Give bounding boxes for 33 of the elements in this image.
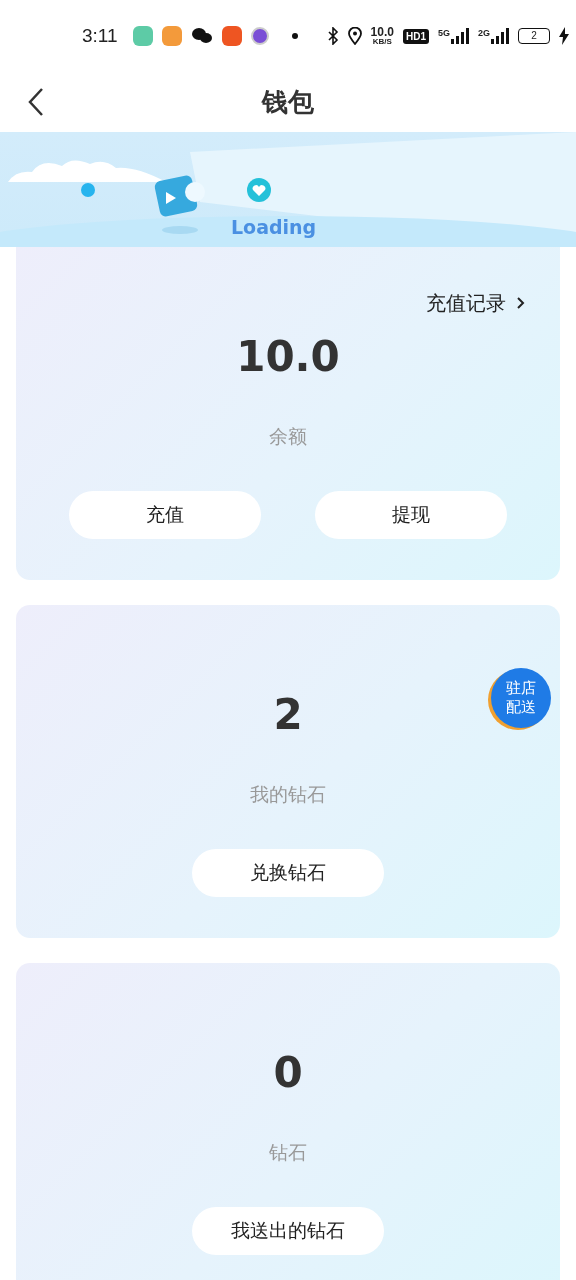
page-title: 钱包 [262,85,314,119]
app-notification-icon [161,26,182,46]
signal-icon [491,28,509,44]
signal-icon [450,28,469,44]
amount-value: 2 [273,689,303,741]
back-icon[interactable] [27,87,45,117]
amount-value: 10.0 [236,331,340,383]
app-notification-icon [132,26,153,46]
action-button[interactable]: 我送出的钻石 [192,1207,384,1255]
action-button[interactable]: 兑换钻石 [192,849,384,897]
bluetooth-icon [326,27,339,45]
hd-badge: HD1 [402,28,429,44]
loading-text: Loading [231,216,317,238]
network-speed: 10.0 [370,26,394,38]
more-dot-icon [291,33,298,39]
network-type: 2G [477,28,490,38]
location-icon [347,27,362,45]
amount-label: 我的钻石 [250,782,326,807]
amount-value: 0 [273,1047,303,1099]
action-button[interactable]: 充值 [69,491,261,539]
action-button[interactable]: 提现 [315,491,507,539]
amount-label: 钻石 [269,1140,307,1165]
app-notification-icon [250,27,269,45]
chat-icon [190,27,213,45]
app-notification-icon [221,26,242,46]
network-type: 5G [437,28,450,38]
amount-label: 余额 [269,424,307,449]
network-speed-unit: KB/S [372,38,392,46]
charging-icon [559,27,569,45]
record-link[interactable]: 充值记录 [426,289,526,317]
battery-level: 2 [518,28,550,44]
chevron-right-icon [516,296,526,310]
status-time: 3:11 [82,25,118,47]
